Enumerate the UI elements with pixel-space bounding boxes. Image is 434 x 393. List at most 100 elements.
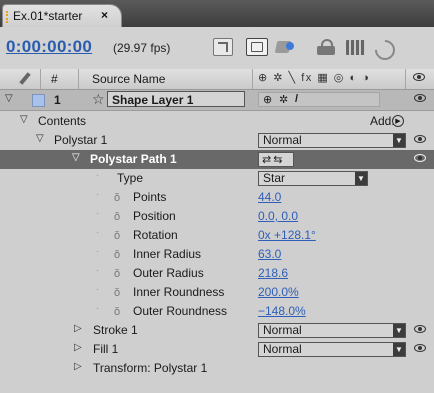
twirl-open-icon[interactable]: ▽	[36, 133, 44, 144]
frame-blending-icon[interactable]	[345, 38, 367, 56]
twirl-closed-icon[interactable]: ▷	[74, 323, 82, 334]
visibility-eye-icon[interactable]	[414, 93, 426, 105]
draft-3d-icon[interactable]	[275, 38, 297, 56]
motion-blur-icon[interactable]	[373, 38, 395, 56]
label-color-swatch[interactable]	[32, 94, 45, 107]
fill-group-row[interactable]: ▷ Fill 1 Normal ▼	[0, 340, 434, 359]
tab-composition[interactable]: Ex.01*starter ×	[2, 4, 122, 27]
column-header: # Source Name ⊕ ✲ ╲ fx ▦ ◎ ◐ ◑	[0, 69, 434, 90]
layer-name[interactable]: Shape Layer 1	[107, 91, 245, 107]
chevron-down-icon: ▼	[393, 343, 405, 356]
visibility-eye-icon[interactable]	[414, 343, 426, 355]
transform-group-label: Transform: Polystar 1	[93, 361, 208, 375]
close-icon[interactable]: ×	[101, 8, 108, 22]
property-row-points[interactable]: · ŏ Points 44.0	[0, 188, 434, 207]
property-value[interactable]: −148.0%	[258, 304, 306, 318]
property-label: Inner Radius	[133, 247, 202, 261]
property-dot: ·	[96, 265, 100, 276]
shy-layers-icon[interactable]	[315, 38, 337, 56]
stopwatch-icon[interactable]: ŏ	[114, 249, 120, 261]
property-value[interactable]: 200.0%	[258, 285, 299, 299]
property-label: Position	[133, 209, 176, 223]
quality-switch-icon[interactable]: /	[295, 93, 298, 105]
contents-row[interactable]: ▽ Contents Add: ▶	[0, 112, 434, 131]
path-direction-toggle[interactable]: ⇄⇆	[258, 152, 294, 167]
property-value[interactable]: 63.0	[258, 247, 281, 261]
comp-flowchart-icon[interactable]	[213, 38, 233, 56]
blend-mode-value: Normal	[263, 342, 302, 356]
column-divider[interactable]	[405, 69, 406, 89]
type-select[interactable]: Star ▼	[258, 171, 368, 186]
column-divider[interactable]	[40, 69, 41, 89]
layer-switches[interactable]: ⊕ ✲ /	[258, 92, 380, 107]
column-divider[interactable]	[78, 69, 79, 89]
tab-label[interactable]: Ex.01*starter	[13, 9, 82, 23]
live-update-icon[interactable]	[246, 38, 268, 56]
timeline-panel: Ex.01*starter × 0:00:00:00 (29.97 fps) #…	[0, 0, 434, 393]
blend-mode-select[interactable]: Normal ▼	[258, 323, 406, 338]
property-row-type[interactable]: · Type Star ▼	[0, 169, 434, 188]
stopwatch-icon[interactable]: ŏ	[114, 287, 120, 299]
twirl-closed-icon[interactable]: ▷	[74, 342, 82, 353]
tab-strip: Ex.01*starter ×	[0, 0, 434, 27]
property-label: Rotation	[133, 228, 178, 242]
property-dot: ·	[96, 227, 100, 238]
add-menu-button[interactable]: ▶	[392, 115, 404, 127]
source-name-header[interactable]: Source Name	[92, 72, 165, 86]
property-label: Outer Radius	[133, 266, 204, 280]
blend-mode-value: Normal	[263, 323, 302, 337]
visibility-eye-icon[interactable]	[414, 324, 426, 336]
switches-header[interactable]: ⊕ ✲ ╲ fx ▦ ◎ ◐ ◑	[258, 71, 370, 84]
blend-mode-select[interactable]: Normal ▼	[258, 342, 406, 357]
shape-layer-icon: ☆	[92, 91, 105, 107]
timeline-toolbar: 0:00:00:00 (29.97 fps)	[0, 27, 434, 70]
column-divider[interactable]	[252, 69, 253, 89]
collapse-switch-icon[interactable]: ✲	[279, 93, 288, 106]
stopwatch-icon[interactable]: ŏ	[114, 268, 120, 280]
add-label: Add:	[370, 114, 395, 128]
type-select-value: Star	[263, 171, 286, 185]
stopwatch-icon[interactable]: ŏ	[114, 211, 120, 223]
property-value[interactable]: 44.0	[258, 190, 281, 204]
property-row-position[interactable]: · ŏ Position 0.0, 0.0	[0, 207, 434, 226]
property-label: Type	[117, 171, 144, 185]
property-row-inner-roundness[interactable]: · ŏ Inner Roundness 200.0%	[0, 283, 434, 302]
stroke-group-row[interactable]: ▷ Stroke 1 Normal ▼	[0, 321, 434, 340]
stopwatch-icon[interactable]: ŏ	[114, 306, 120, 318]
property-value[interactable]: 218.6	[258, 266, 288, 280]
blend-mode-select[interactable]: Normal ▼	[258, 133, 406, 148]
twirl-closed-icon[interactable]: ▷	[74, 361, 82, 372]
property-dot: ·	[96, 303, 100, 314]
property-row-rotation[interactable]: · ŏ Rotation 0x +128.1°	[0, 226, 434, 245]
visibility-eye-icon[interactable]	[414, 134, 426, 146]
property-dot: ·	[96, 246, 100, 257]
layer-number-header[interactable]: #	[51, 72, 58, 86]
polystar-group-row[interactable]: ▽ Polystar 1 Normal ▼	[0, 131, 434, 150]
twirl-open-icon[interactable]: ▽	[5, 93, 13, 104]
property-row-outer-radius[interactable]: · ŏ Outer Radius 218.6	[0, 264, 434, 283]
tab-grip-icon[interactable]	[6, 11, 11, 23]
layer-row[interactable]: ▽ 1 ☆ Shape Layer 1 ⊕ ✲ /	[0, 90, 434, 111]
twirl-open-icon[interactable]: ▽	[20, 114, 28, 125]
visibility-eye-icon[interactable]	[414, 153, 426, 165]
property-dot: ·	[96, 208, 100, 219]
transform-group-row[interactable]: ▷ Transform: Polystar 1	[0, 359, 434, 378]
stopwatch-icon[interactable]: ŏ	[114, 192, 120, 204]
stopwatch-icon[interactable]: ŏ	[114, 230, 120, 242]
property-dot: ·	[96, 170, 100, 181]
contents-label: Contents	[38, 114, 87, 128]
property-label: Inner Roundness	[133, 285, 225, 299]
shy-switch-icon[interactable]: ⊕	[263, 93, 272, 106]
property-label: Points	[133, 190, 167, 204]
property-row-inner-radius[interactable]: · ŏ Inner Radius 63.0	[0, 245, 434, 264]
label-column-icon[interactable]	[18, 72, 32, 86]
current-time-display[interactable]: 0:00:00:00	[6, 37, 92, 57]
property-value[interactable]: 0x +128.1°	[258, 228, 316, 242]
property-dot: ·	[96, 189, 100, 200]
visibility-header-icon[interactable]	[413, 72, 425, 84]
polystar-path-row[interactable]: ▽ Polystar Path 1 ⇄⇆	[0, 150, 434, 169]
property-row-outer-roundness[interactable]: · ŏ Outer Roundness −148.0%	[0, 302, 434, 321]
property-value[interactable]: 0.0, 0.0	[258, 209, 298, 223]
chevron-down-icon: ▼	[393, 134, 405, 147]
twirl-open-icon[interactable]: ▽	[72, 152, 80, 163]
